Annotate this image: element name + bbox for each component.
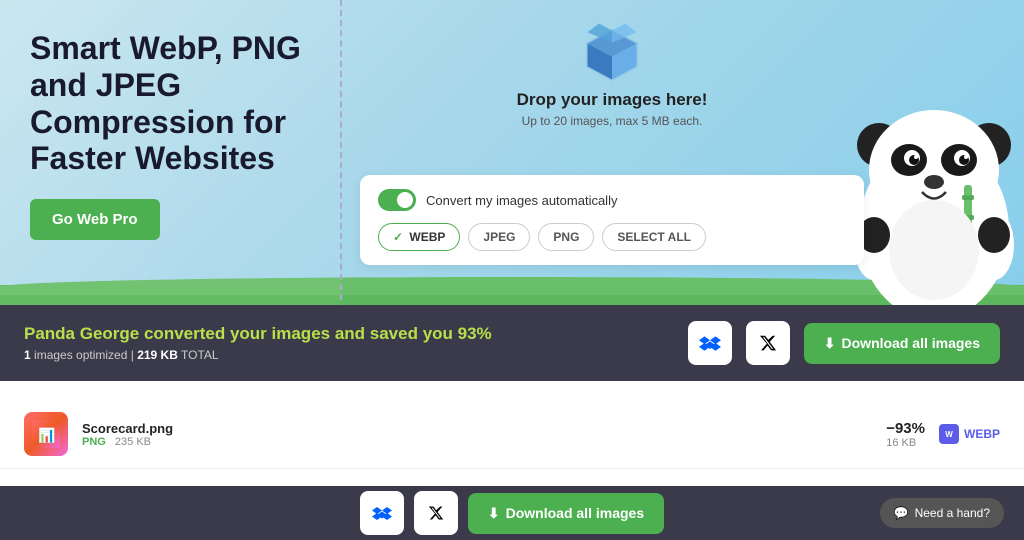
image-info: Scorecard.png PNG 235 KB (82, 421, 886, 448)
image-type: PNG (82, 436, 106, 448)
svg-text:📊: 📊 (38, 427, 55, 444)
thumbnail-icon: 📊 (32, 420, 60, 448)
hero-left-panel: Smart WebP, PNG and JPEG Compression for… (0, 0, 340, 310)
images-label: images optimized | (34, 348, 137, 362)
image-filename: Scorecard.png (82, 421, 886, 436)
results-subtext: 1 images optimized | 219 KB TOTAL (24, 348, 674, 362)
bottom-bar: ⬇ Download all images 💬 Need a hand? (0, 486, 1024, 540)
image-stats: −93% 16 KB (886, 420, 925, 449)
total-label: TOTAL (181, 348, 219, 362)
format-buttons: ✓ WEBP JPEG PNG SELECT ALL (378, 223, 846, 251)
hero-title: Smart WebP, PNG and JPEG Compression for… (30, 30, 310, 177)
bottom-x-icon (428, 505, 444, 521)
results-bar: Panda George converted your images and s… (0, 305, 1024, 381)
dropbox-icon (699, 332, 721, 354)
auto-convert-toggle[interactable] (378, 189, 416, 211)
image-meta: PNG 235 KB (82, 436, 886, 448)
bottom-download-icon: ⬇ (488, 505, 500, 522)
bottom-download-label: Download all images (506, 505, 644, 521)
toggle-label: Convert my images automatically (426, 193, 617, 208)
bottom-dropbox-button[interactable] (360, 491, 404, 535)
savings-block: −93% 16 KB (886, 420, 925, 449)
format-panel: Convert my images automatically ✓ WEBP J… (360, 175, 864, 265)
bottom-dropbox-icon (372, 503, 392, 523)
savings-percentage: −93% (886, 420, 925, 437)
twitter-x-button[interactable] (746, 321, 790, 365)
output-format-badge: W WEBP (939, 424, 1000, 444)
bottom-download-all-button[interactable]: ⬇ Download all images (468, 493, 664, 534)
chat-icon: 💬 (894, 506, 909, 520)
image-count: 1 (24, 348, 31, 362)
download-all-label: Download all images (842, 335, 980, 351)
panda-svg (844, 0, 1024, 310)
format-btn-jpeg[interactable]: JPEG (468, 223, 530, 251)
need-hand-button[interactable]: 💬 Need a hand? (880, 498, 1004, 528)
image-thumbnail: 📊 (24, 412, 68, 456)
x-icon (759, 334, 777, 352)
drop-zone[interactable]: Drop your images here! Up to 20 images, … (360, 20, 864, 128)
output-format-label: WEBP (964, 427, 1000, 441)
webp-icon: W (939, 424, 959, 444)
download-all-button[interactable]: ⬇ Download all images (804, 323, 1000, 364)
drop-subtitle: Up to 20 images, max 5 MB each. (522, 114, 703, 128)
download-icon: ⬇ (824, 335, 836, 352)
panda-decoration (844, 0, 1024, 310)
results-text: Panda George converted your images and s… (24, 324, 674, 362)
box-icon (577, 20, 647, 90)
image-original-size: 235 KB (115, 436, 151, 448)
output-size: 16 KB (886, 437, 925, 449)
results-headline: Panda George converted your images and s… (24, 324, 674, 344)
image-row: 📊 Scorecard.png PNG 235 KB −93% 16 KB W … (0, 400, 1024, 469)
go-web-pro-button[interactable]: Go Web Pro (30, 199, 160, 240)
drop-title: Drop your images here! (517, 90, 708, 110)
dropbox-button[interactable] (688, 321, 732, 365)
total-size: 219 KB (137, 348, 178, 362)
toggle-row: Convert my images automatically (378, 189, 846, 211)
need-hand-label: Need a hand? (915, 506, 990, 520)
bottom-x-button[interactable] (414, 491, 458, 535)
format-btn-select-all[interactable]: SELECT ALL (602, 223, 706, 251)
format-btn-png[interactable]: PNG (538, 223, 594, 251)
format-btn-webp[interactable]: ✓ WEBP (378, 223, 460, 251)
dashed-separator (340, 0, 342, 300)
